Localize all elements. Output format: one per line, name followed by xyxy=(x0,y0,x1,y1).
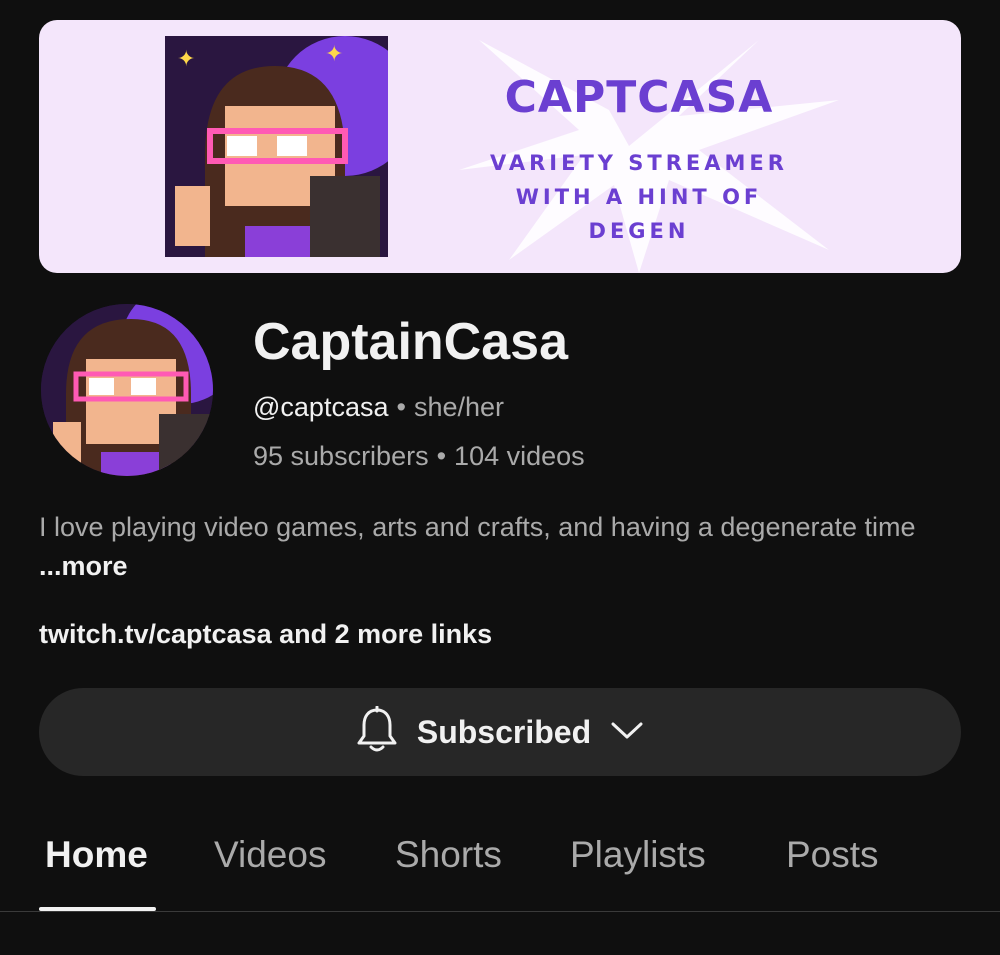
channel-meta-line2: 95 subscribers • 104 videos xyxy=(253,441,585,472)
channel-links[interactable]: twitch.tv/captcasa and 2 more links xyxy=(39,619,492,650)
channel-avatar[interactable] xyxy=(41,304,213,476)
channel-description[interactable]: I love playing video games, arts and cra… xyxy=(39,508,959,586)
svg-text:✦: ✦ xyxy=(325,42,343,67)
primary-link[interactable]: twitch.tv/captcasa xyxy=(39,619,272,649)
channel-tabs: Home Videos Shorts Playlists Posts xyxy=(0,820,1000,912)
chevron-down-icon xyxy=(609,718,645,747)
tab-home[interactable]: Home xyxy=(45,834,148,876)
banner-subtitle-line: WITH A HINT OF xyxy=(515,185,763,209)
channel-pronouns: she/her xyxy=(413,392,504,422)
tab-playlists[interactable]: Playlists xyxy=(570,834,706,876)
subscribed-button[interactable]: Subscribed xyxy=(39,688,961,776)
tab-posts[interactable]: Posts xyxy=(786,834,879,876)
description-more-link[interactable]: ...more xyxy=(39,551,128,581)
svg-text:✦: ✦ xyxy=(177,47,195,72)
banner-title: CAPTCASA xyxy=(504,72,774,123)
channel-meta-line1: @captcasa • she/her xyxy=(253,392,504,423)
banner-subtitle: VARIETY STREAMER WITH A HINT OF DEGEN xyxy=(449,146,829,248)
banner-subtitle-line: VARIETY STREAMER xyxy=(490,151,788,175)
subscribed-label: Subscribed xyxy=(416,713,592,750)
separator-dot: • xyxy=(396,392,406,422)
tab-videos[interactable]: Videos xyxy=(214,834,326,876)
active-tab-indicator xyxy=(39,907,156,911)
video-count: 104 videos xyxy=(454,441,585,471)
description-text: I love playing video games, arts and cra… xyxy=(39,512,916,542)
banner-pixel-art: ✦ ✦ xyxy=(165,36,388,257)
bell-icon xyxy=(355,705,399,759)
channel-handle: @captcasa xyxy=(253,392,389,422)
banner-subtitle-line: DEGEN xyxy=(588,219,690,243)
subscriber-count: 95 subscribers xyxy=(253,441,429,471)
channel-page: ✦ ✦ CAPTCASA VARIETY STREAMER WITH A HIN… xyxy=(0,0,1000,955)
tab-shorts[interactable]: Shorts xyxy=(395,834,502,876)
channel-name: CaptainCasa xyxy=(253,313,568,371)
separator-dot: • xyxy=(436,441,447,471)
channel-banner: ✦ ✦ CAPTCASA VARIETY STREAMER WITH A HIN… xyxy=(39,20,961,273)
more-links-text[interactable]: and 2 more links xyxy=(272,619,492,649)
